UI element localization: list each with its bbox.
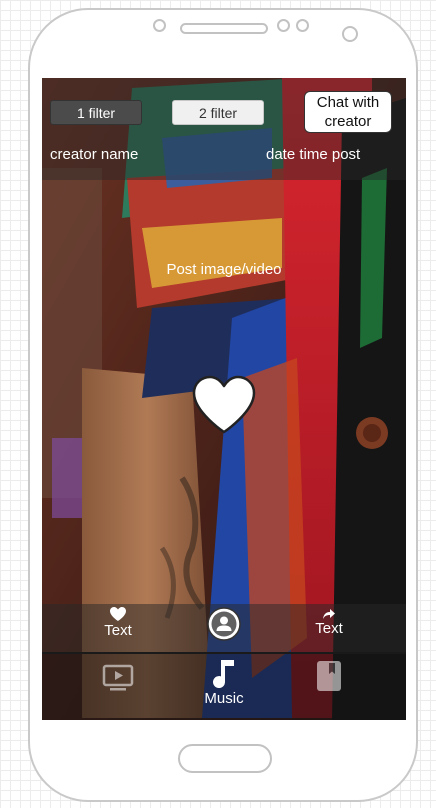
nav-bookmark-tab[interactable]: [312, 658, 346, 692]
heart-icon: [110, 607, 126, 621]
front-camera-icon: [153, 19, 166, 32]
filter-2-button[interactable]: 2 filter: [172, 100, 264, 125]
like-overlay-heart-icon[interactable]: [191, 374, 257, 436]
app-screen: 1 filter 2 filter Chat with creator crea…: [42, 78, 406, 720]
post-media-label: Post image/video: [166, 261, 282, 278]
nav-video-tab[interactable]: [98, 658, 138, 692]
filter-1-button[interactable]: 1 filter: [50, 100, 142, 125]
speaker-grille: [180, 23, 268, 34]
share-action-button[interactable]: Text: [304, 608, 354, 637]
sensor-icon: [296, 19, 309, 32]
bookmark-icon: [317, 661, 341, 691]
creator-name[interactable]: creator name: [50, 146, 138, 163]
chat-with-creator-button[interactable]: Chat with creator: [304, 91, 392, 133]
nav-music-label: Music: [204, 690, 244, 707]
proximity-sensor-icon: [342, 26, 358, 42]
nav-music-tab[interactable]: Music: [194, 658, 254, 707]
music-note-icon: [213, 660, 234, 689]
home-button[interactable]: [178, 744, 272, 773]
like-count-label: Text: [104, 622, 132, 639]
share-arrow-icon: [323, 609, 335, 619]
user-avatar-icon[interactable]: [207, 607, 241, 641]
share-count-label: Text: [315, 620, 343, 637]
sensor-icon: [277, 19, 290, 32]
like-action-button[interactable]: Text: [96, 606, 140, 639]
post-date-time: date time post: [266, 146, 361, 163]
video-play-icon: [102, 664, 134, 691]
